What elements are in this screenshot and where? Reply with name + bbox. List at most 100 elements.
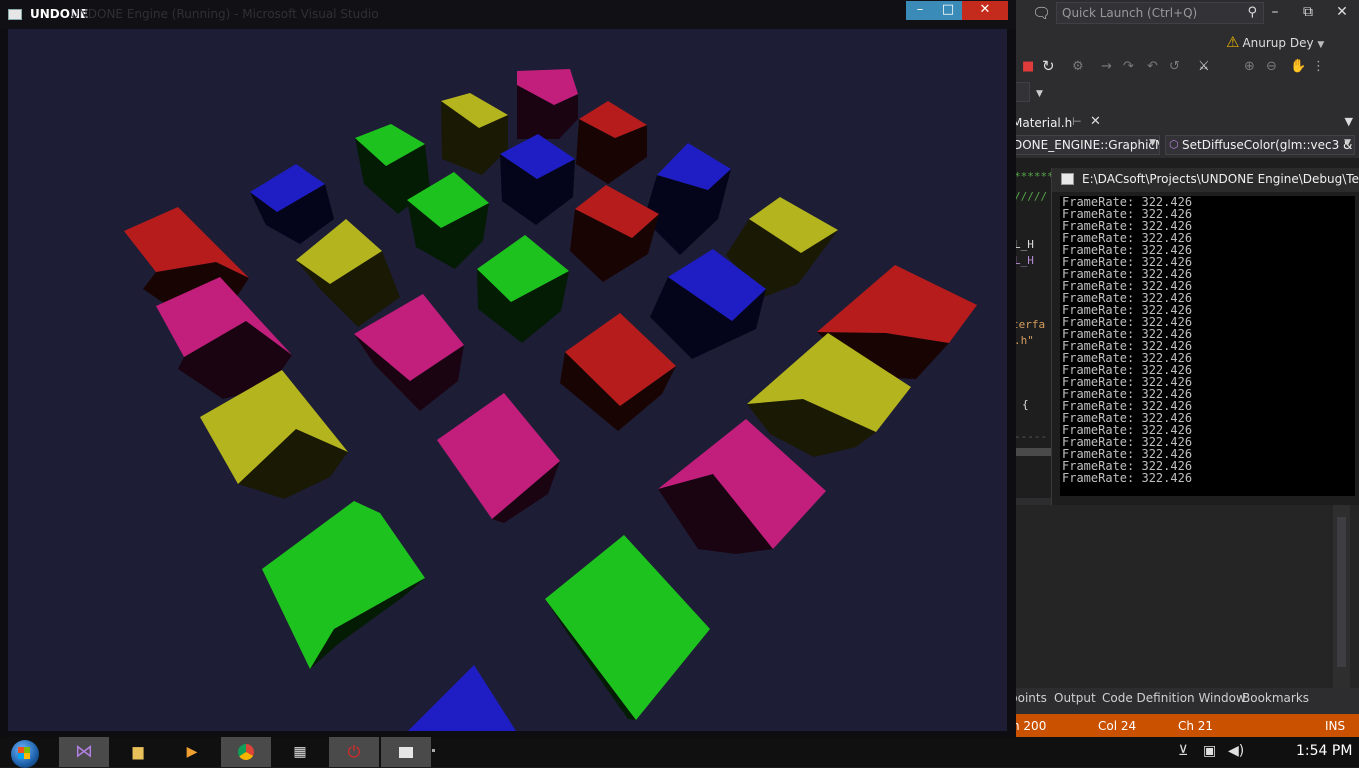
quick-launch-input[interactable]: Quick Launch (Ctrl+Q) ⚲ (1056, 2, 1264, 24)
app-window-icon (399, 746, 413, 758)
horizontal-scrollbar[interactable] (1014, 448, 1054, 456)
method-icon: ⬡ (1169, 138, 1179, 151)
status-ch: Ch 21 (1178, 719, 1214, 733)
code-line: .h" (1014, 334, 1034, 347)
code-line: { (1022, 398, 1029, 411)
vertical-scrollbar[interactable] (1333, 505, 1350, 688)
download-icon[interactable]: ⊻ (1178, 743, 1188, 759)
quick-launch-placeholder: Quick Launch (Ctrl+Q) (1062, 6, 1198, 20)
taskbar-calculator[interactable]: ▦ (275, 737, 325, 767)
step-into-icon[interactable]: ↷ (1123, 59, 1134, 74)
app-window-icon (8, 9, 22, 20)
tab-code-definition[interactable]: Code Definition Window (1102, 691, 1246, 705)
taskbar-media-player[interactable]: ▶ (167, 737, 217, 767)
taskbar-chrome[interactable] (221, 737, 271, 767)
network-icon[interactable]: ▣ (1203, 743, 1216, 759)
navigation-bar: DONE_ENGINE::GraphicM ▼ SetDiffuseColor(… (1008, 134, 1359, 156)
vs-close-button[interactable]: ✕ (1331, 4, 1353, 20)
folder-icon: ▆ (132, 744, 144, 760)
taskbar-visual-studio[interactable]: ⋈ (59, 737, 109, 767)
scrollbar-thumb[interactable] (1337, 517, 1346, 667)
toolbar-options-icon[interactable]: ⋮ (1312, 59, 1325, 74)
start-button[interactable] (9, 739, 45, 768)
calculator-icon: ▦ (293, 744, 307, 760)
tab-bookmarks[interactable]: Bookmarks (1242, 691, 1309, 705)
undone-game-window[interactable]: UNDONE UNDONE Engine (Running) - Microso… (0, 0, 1016, 737)
bottom-tool-tabs: points Output Code Definition Window Boo… (1008, 688, 1359, 710)
clock[interactable]: 1:54 PM (1296, 743, 1352, 759)
code-line: ----- (1014, 430, 1048, 443)
console-icon (1061, 173, 1074, 185)
background-window-title: UNDONE Engine (Running) - Microsoft Visu… (70, 7, 379, 21)
scope-combo[interactable]: DONE_ENGINE::GraphicM ▼ (1008, 135, 1160, 155)
cube-green-top (545, 535, 710, 720)
visual-studio-icon: ⋈ (75, 741, 93, 762)
taskbar-power-app[interactable]: ⏻ (329, 737, 379, 767)
zoom-out-icon[interactable]: ⊖ (1266, 59, 1277, 74)
zoom-in-icon[interactable]: ⊕ (1244, 59, 1255, 74)
feedback-icon[interactable]: 🗨 (1032, 4, 1051, 22)
vs-restore-button[interactable]: ⧉ (1297, 4, 1319, 20)
status-mode: INS (1325, 719, 1346, 733)
game-titlebar[interactable]: UNDONE UNDONE Engine (Running) - Microso… (0, 0, 1016, 29)
status-bar: n 200 Col 24 Ch 21 INS (1008, 714, 1359, 737)
cube-blue-top (408, 665, 516, 731)
console-lines: FrameRate: 322.426 FrameRate: 322.426 Fr… (1062, 195, 1193, 485)
windows-logo-icon-lower (18, 753, 30, 759)
code-line: terfa (1012, 318, 1046, 331)
close-button[interactable]: ✕ (962, 1, 1008, 20)
pan-icon[interactable]: ✋ (1290, 59, 1306, 74)
power-icon: ⏻ (347, 742, 361, 761)
console-titlebar[interactable]: E:\DACsoft\Projects\UNDONE Engine\Debug\… (1052, 168, 1359, 192)
tab-material-h[interactable]: Material.h ⊢ ✕ (1008, 114, 1108, 134)
scope-combo-value: DONE_ENGINE::GraphicM (1013, 138, 1160, 152)
debug-icon[interactable]: ⚙ (1072, 59, 1084, 74)
chevron-down-icon: ▼ (1344, 138, 1351, 148)
breakpoint-icon[interactable]: ⚔ (1198, 59, 1210, 74)
pin-icon[interactable]: ⊢ (1072, 115, 1082, 128)
code-line: ///// (1014, 190, 1048, 203)
user-name: Anurup Dey (1242, 36, 1314, 50)
taskbar-file-explorer[interactable]: ▆ (113, 737, 163, 767)
redo-icon[interactable]: ↺ (1169, 59, 1180, 74)
volume-icon[interactable]: ◀) (1228, 743, 1244, 759)
output-pane (1008, 505, 1359, 688)
search-icon[interactable]: ⚲ (1247, 5, 1257, 20)
code-line: ****** (1014, 170, 1054, 183)
chevron-down-icon: ▼ (1317, 40, 1325, 50)
console-title: E:\DACsoft\Projects\UNDONE Engine\Debug\… (1082, 172, 1359, 186)
chevron-down-icon: ▼ (1149, 138, 1156, 148)
member-combo-value: SetDiffuseColor(glm::vec3 & (1182, 138, 1353, 152)
chrome-icon (238, 744, 254, 760)
status-line: n 200 (1012, 719, 1047, 733)
taskbar: ⋈ ▆ ▶ ▦ ⏻ ⊻ ▣ ◀) 1:54 PM (0, 737, 1359, 768)
toolbar-overflow-icon[interactable]: ▼ (1036, 89, 1043, 99)
render-viewport[interactable] (8, 29, 1007, 731)
vs-minimize-button[interactable]: – (1264, 4, 1286, 20)
close-icon[interactable]: ✕ (1090, 114, 1101, 129)
media-player-icon: ▶ (186, 744, 198, 760)
stop-debug-icon[interactable]: ■ (1022, 59, 1034, 74)
cube-red-top (817, 265, 977, 343)
taskbar-overflow-dot (432, 749, 435, 752)
tab-label: Material.h (1012, 116, 1073, 130)
member-combo[interactable]: SetDiffuseColor(glm::vec3 & ⬡ ▼ (1165, 135, 1355, 155)
user-account[interactable]: ⚠ Anurup Dey ▼ (1226, 33, 1324, 51)
console-output[interactable]: FrameRate: 322.426 FrameRate: 322.426 Fr… (1060, 196, 1355, 496)
cube-scene (124, 69, 977, 731)
step-out-icon[interactable]: ↶ (1147, 59, 1158, 74)
taskbar-undone-window[interactable] (381, 737, 431, 767)
step-over-icon[interactable]: → (1101, 59, 1112, 74)
cube-green-top (262, 501, 425, 669)
cube-magenta-top (437, 393, 560, 519)
vs-titlebar: 🗨 Quick Launch (Ctrl+Q) ⚲ – ⧉ ✕ (1008, 0, 1359, 28)
tab-dropdown-icon[interactable]: ▼ (1345, 115, 1353, 128)
maximize-button[interactable]: □ (934, 1, 962, 20)
warning-icon: ⚠ (1226, 33, 1240, 51)
status-col: Col 24 (1098, 719, 1137, 733)
restart-icon[interactable]: ↻ (1042, 57, 1055, 75)
console-window[interactable]: E:\DACsoft\Projects\UNDONE Engine\Debug\… (1051, 168, 1359, 505)
minimize-button[interactable]: – (906, 1, 934, 20)
tab-output[interactable]: Output (1054, 691, 1096, 705)
code-line: L_H (1014, 238, 1034, 251)
